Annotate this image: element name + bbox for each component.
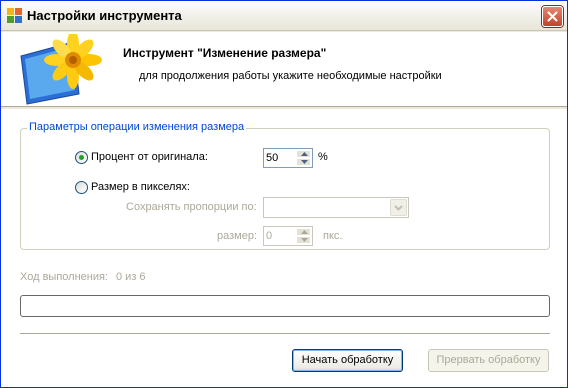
resize-options-group: Параметры операции изменения размера Про… — [20, 121, 550, 250]
size-label: размер: — [217, 230, 258, 242]
progress-value: 0 из 6 — [116, 271, 146, 283]
pixels-radio[interactable] — [75, 181, 88, 194]
percent-stepper[interactable] — [263, 148, 313, 168]
percent-input[interactable] — [266, 151, 296, 165]
size-stepper[interactable] — [263, 226, 313, 246]
chevron-down-icon[interactable] — [296, 236, 311, 244]
group-legend: Параметры операции изменения размера — [27, 121, 247, 133]
dropdown-button[interactable] — [390, 199, 407, 216]
percent-stepper-arrows — [296, 150, 311, 166]
title-bar[interactable]: Настройки инструмента — [1, 1, 567, 31]
size-stepper-arrows — [296, 228, 311, 244]
chevron-down-icon[interactable] — [296, 158, 311, 166]
start-processing-button[interactable]: Начать обработку — [292, 349, 403, 372]
pixels-label: Размер в пикселях: — [91, 181, 190, 193]
percent-unit: % — [318, 151, 328, 163]
size-unit: пкс. — [323, 230, 343, 242]
app-icon — [7, 8, 22, 23]
progress-label: Ход выполнения: — [20, 271, 108, 283]
dialog-body: Параметры операции изменения размера Про… — [1, 109, 567, 387]
size-input[interactable] — [266, 229, 296, 243]
percent-radio[interactable] — [75, 151, 88, 164]
settings-dialog: Настройки инструмента Инструмент "Измене… — [0, 0, 568, 388]
progress-bar — [20, 295, 550, 317]
chevron-up-icon[interactable] — [296, 150, 311, 158]
keep-ratio-select[interactable] — [263, 197, 409, 218]
sunflower-picture-icon — [20, 34, 102, 105]
close-button[interactable] — [542, 6, 563, 27]
tool-subtitle: для продолжения работы укажите необходим… — [139, 70, 442, 82]
chevron-up-icon[interactable] — [296, 228, 311, 236]
chevron-down-icon — [394, 205, 403, 211]
tool-title: Инструмент "Изменение размера" — [123, 46, 327, 60]
stop-processing-button[interactable]: Прервать обработку — [428, 349, 549, 372]
window-title: Настройки инструмента — [27, 8, 182, 23]
header-banner: Инструмент "Изменение размера" для продо… — [1, 32, 567, 107]
keep-ratio-label: Сохранять пропорции по: — [126, 201, 257, 213]
close-icon — [547, 11, 558, 22]
percent-label: Процент от оригинала: — [91, 151, 208, 163]
separator — [20, 333, 550, 334]
